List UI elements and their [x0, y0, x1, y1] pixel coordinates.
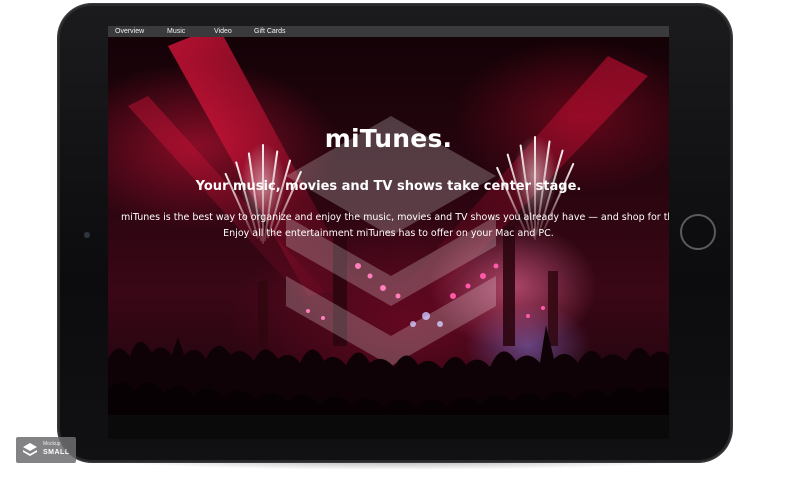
home-button-icon[interactable] — [680, 214, 716, 250]
hero-description-line1: miTunes is the best way to organize and … — [121, 212, 669, 223]
nav-item-gift-cards[interactable]: Gift Cards — [254, 26, 286, 37]
hero-title: miTunes. — [324, 124, 453, 153]
nav-item-music[interactable]: Music — [167, 26, 185, 37]
mockup-badge: Mockup SMALL — [16, 437, 76, 463]
hero-subtitle: Your music, movies and TV shows take cen… — [195, 179, 582, 194]
layers-badge-icon — [23, 443, 37, 456]
top-navbar: Overview Music Video Gift Cards — [108, 26, 669, 37]
badge-label-top: Mockup — [43, 441, 61, 447]
badge-label-bottom: SMALL — [43, 449, 70, 456]
nav-item-video[interactable]: Video — [214, 26, 232, 37]
nav-item-overview[interactable]: Overview — [115, 26, 144, 37]
tablet-screen: Overview Music Video Gift Cards miTunes.… — [108, 26, 669, 439]
hero-description-line2: Enjoy all the entertainment miTunes has … — [223, 228, 554, 239]
mockup-stage: Overview Music Video Gift Cards miTunes.… — [0, 0, 790, 480]
camera-icon — [84, 232, 90, 238]
screen-bottom-strip — [108, 415, 669, 439]
